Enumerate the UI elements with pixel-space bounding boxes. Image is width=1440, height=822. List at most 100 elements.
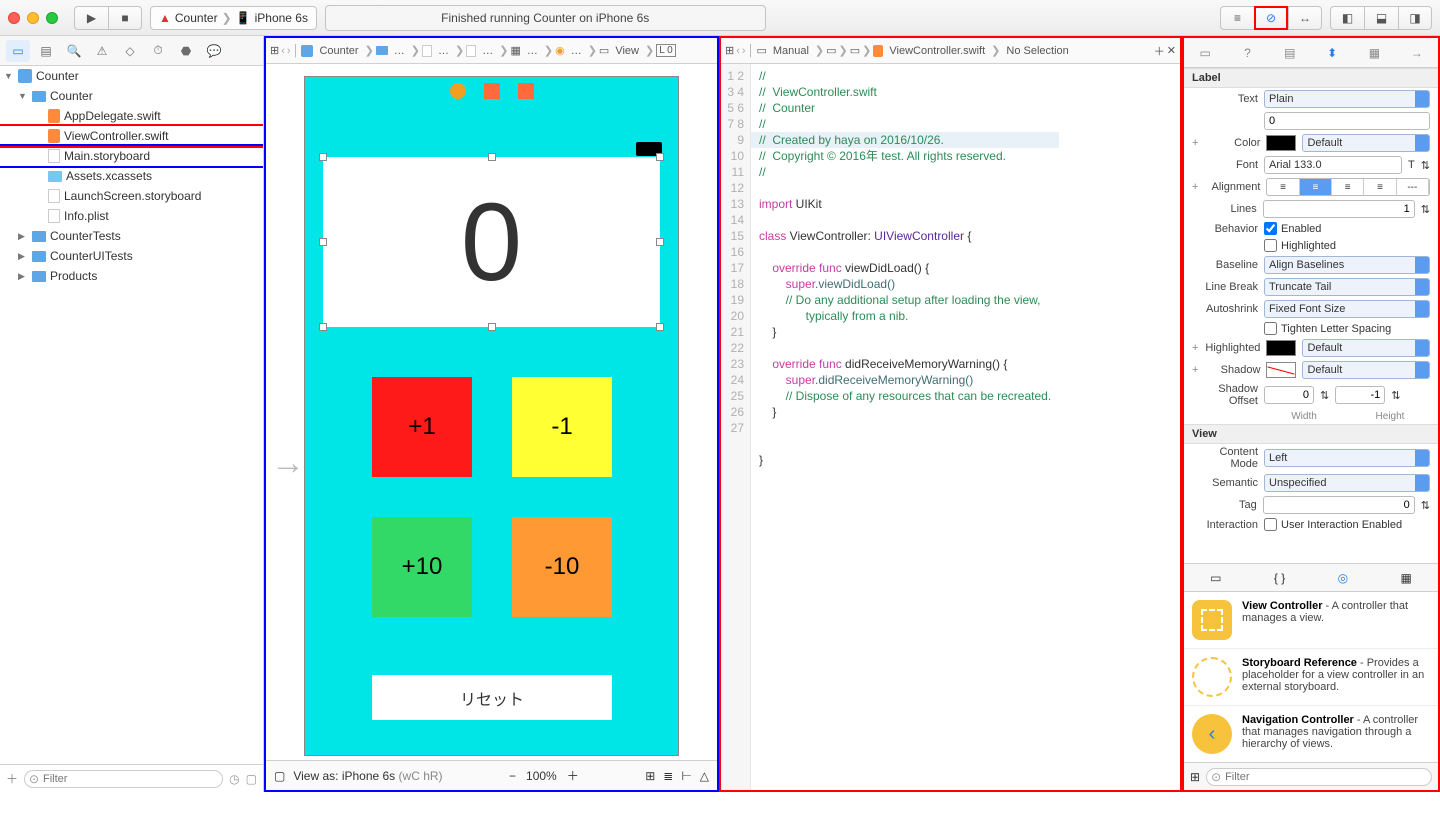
test-navigator-tab[interactable]: ◇ [118,40,142,62]
scm-filter-icon[interactable]: ▢ [246,772,257,786]
connections-inspector-tab[interactable]: → [1404,42,1430,64]
tighten-checkbox[interactable]: Tighten Letter Spacing [1264,322,1391,335]
project-navigator-tab[interactable]: ▭ [6,40,30,62]
tree-file[interactable]: AppDelegate.swift [0,106,263,126]
ib-canvas[interactable]: → 0 +1 -1 +10 [266,64,717,760]
library-item[interactable]: Storyboard Reference - Provides a placeh… [1184,649,1438,706]
add-button[interactable]: ＋ [6,770,18,787]
font-field[interactable]: Arial 133.0 [1264,156,1402,174]
tree-folder[interactable]: ▶CounterTests [0,226,263,246]
tree-folder[interactable]: ▶Products [0,266,263,286]
symbol-navigator-tab[interactable]: ▤ [34,40,58,62]
tree-file[interactable]: Assets.xcassets [0,166,263,186]
forward-icon[interactable]: › [742,45,746,57]
color-popup[interactable]: Default [1302,134,1430,152]
tree-folder[interactable]: ▼Counter [0,86,263,106]
baseline-popup[interactable]: Align Baselines [1264,256,1430,274]
tree-file-highlighted[interactable]: Main.storyboard [0,146,263,166]
source-editor[interactable]: 1 2 3 4 5 6 7 8 9 10 11 12 13 14 15 16 1… [721,64,1180,790]
highlighted-checkbox[interactable]: Highlighted [1264,239,1336,252]
shadow-width-field[interactable] [1264,386,1314,404]
outline-toggle-icon[interactable]: ▢ [274,769,285,783]
lines-stepper[interactable]: ⇅ [1421,203,1430,216]
shadow-popup[interactable]: Default [1302,361,1430,379]
toggle-debug-button[interactable]: ⬓ [1364,6,1398,30]
issue-navigator-tab[interactable]: ⚠ [90,40,114,62]
plus-one-button[interactable]: +1 [372,377,472,477]
linebreak-popup[interactable]: Truncate Tail [1264,278,1430,296]
library-filter-input[interactable] [1206,768,1432,786]
text-value-field[interactable] [1264,112,1430,130]
inspector-body[interactable]: Label TextPlain +ColorDefault FontArial … [1184,68,1438,563]
first-responder-icon[interactable] [484,83,500,99]
back-icon[interactable]: ‹ [736,45,740,57]
autoshrink-popup[interactable]: Fixed Font Size [1264,300,1430,318]
enabled-checkbox[interactable]: Enabled [1264,222,1321,235]
resolve-icon[interactable]: △ [700,769,709,783]
report-navigator-tab[interactable]: 💬 [202,40,226,62]
exit-icon[interactable] [518,83,534,99]
shadow-swatch[interactable] [1266,362,1296,378]
tree-file[interactable]: LaunchScreen.storyboard [0,186,263,206]
toggle-inspector-button[interactable]: ◨ [1398,6,1432,30]
tree-folder[interactable]: ▶CounterUITests [0,246,263,266]
plus-ten-button[interactable]: +10 [372,517,472,617]
tag-field[interactable] [1263,496,1415,514]
size-inspector-tab[interactable]: ▦ [1361,42,1387,64]
identity-inspector-tab[interactable]: ▤ [1277,42,1303,64]
media-library-tab[interactable]: ▦ [1400,571,1411,585]
color-swatch[interactable] [1266,135,1296,151]
navigator-filter-input[interactable] [24,770,223,788]
tree-file-selected[interactable]: ViewController.swift [0,126,263,146]
breakpoint-navigator-tab[interactable]: ⬣ [174,40,198,62]
version-editor-button[interactable]: ↔ [1288,6,1322,30]
user-interaction-checkbox[interactable]: User Interaction Enabled [1264,518,1402,531]
minus-ten-button[interactable]: -10 [512,517,612,617]
reset-button[interactable]: リセット [372,675,612,720]
library-item[interactable]: View Controller - A controller that mana… [1184,592,1438,649]
standard-editor-button[interactable]: ≡ [1220,6,1254,30]
file-inspector-tab[interactable]: ▭ [1192,42,1218,64]
pin-icon[interactable]: ⊢ [681,769,691,783]
zoom-in-button[interactable]: ＋ [567,767,579,784]
attributes-inspector-tab[interactable]: ⬍ [1319,42,1345,64]
align-icon[interactable]: ≣ [663,769,673,783]
related-items-icon[interactable]: ⊞ [270,44,279,57]
close-icon[interactable] [8,12,20,24]
assistant-editor-button[interactable]: ⊘ [1254,6,1288,30]
file-template-tab[interactable]: ▭ [1210,571,1221,585]
alignment-segment[interactable]: ≡≡≡≡--- [1266,178,1430,196]
debug-navigator-tab[interactable]: ⏱ [146,40,170,62]
vc-icon[interactable] [450,83,466,99]
close-assistant-icon[interactable]: ✕ [1167,44,1176,57]
zoom-out-button[interactable]: − [509,769,516,783]
run-button[interactable]: ▶ [74,6,108,30]
code-snippet-tab[interactable]: { } [1274,571,1285,585]
highlighted-swatch[interactable] [1266,340,1296,356]
library-item[interactable]: ‹ Navigation Controller - A controller t… [1184,706,1438,762]
ib-jump-bar[interactable]: ⊞ ‹ › │ Counter❯ …❯ …❯ …❯ ▦…❯ ◉…❯ ▭View❯… [266,38,717,64]
scene-view[interactable]: 0 +1 -1 +10 -10 リセット [304,76,679,756]
font-stepper[interactable]: ⇅ [1421,159,1430,172]
quickhelp-inspector-tab[interactable]: ? [1234,42,1260,64]
lines-field[interactable] [1263,200,1415,218]
related-items-icon[interactable]: ⊞ [725,44,734,57]
semantic-popup[interactable]: Unspecified [1264,474,1430,492]
font-picker-icon[interactable]: T [1408,159,1415,171]
forward-icon[interactable]: › [287,45,291,57]
zoom-icon[interactable] [46,12,58,24]
view-as-label[interactable]: View as: iPhone 6s (wC hR) [293,769,442,783]
back-icon[interactable]: ‹ [281,45,285,57]
recent-filter-icon[interactable]: ◷ [229,772,239,786]
add-assistant-icon[interactable]: ＋ [1154,43,1165,59]
object-library-tab[interactable]: ◎ [1338,571,1348,585]
highlighted-popup[interactable]: Default [1302,339,1430,357]
stack-icon[interactable]: ⊞ [645,769,655,783]
project-tree[interactable]: ▼Counter ▼Counter AppDelegate.swift View… [0,66,263,764]
minus-one-button[interactable]: -1 [512,377,612,477]
minimize-icon[interactable] [27,12,39,24]
stop-button[interactable]: ■ [108,6,142,30]
counter-label[interactable]: 0 [323,157,660,327]
tree-project-root[interactable]: ▼Counter [0,66,263,86]
assistant-jump-bar[interactable]: ⊞ ‹ › │ ▭Manual❯ ▭❯ ▭❯ ViewController.sw… [721,38,1180,64]
